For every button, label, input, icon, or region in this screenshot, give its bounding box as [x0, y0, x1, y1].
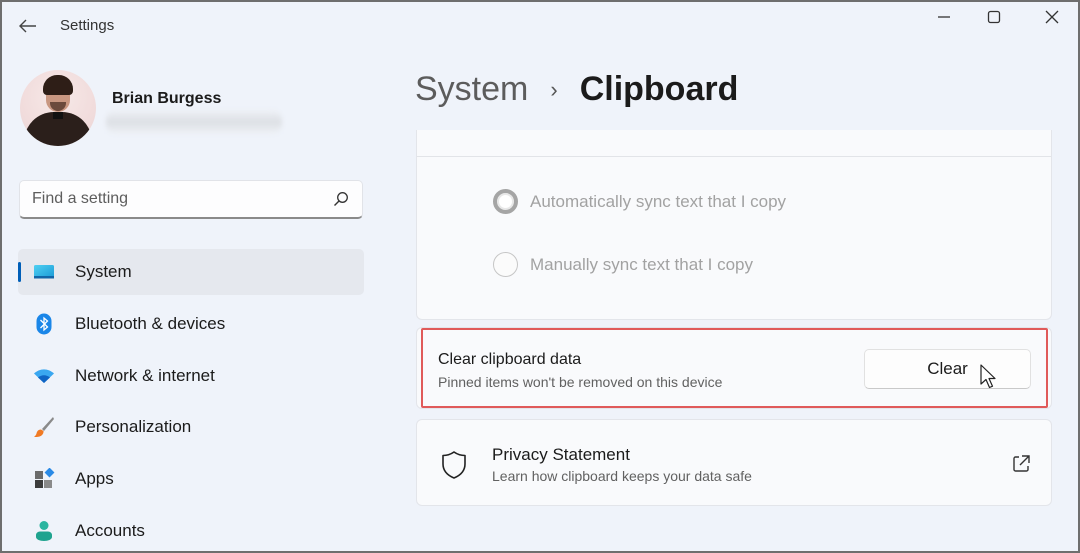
radio-label: Automatically sync text that I copy [530, 191, 787, 211]
maximize-icon [987, 10, 1001, 24]
breadcrumb: System › Clipboard [415, 70, 738, 109]
sidebar-item-label: Apps [75, 469, 114, 489]
sidebar-item-label: Network & internet [75, 365, 215, 385]
sidebar-item-network[interactable]: Network & internet [18, 353, 364, 399]
sidebar-item-label: Personalization [75, 417, 192, 437]
radio-label: Manually sync text that I copy [530, 254, 753, 274]
minimize-icon [938, 16, 950, 18]
sidebar-item-personalization[interactable]: Personalization [18, 404, 364, 450]
back-arrow-icon [19, 19, 36, 33]
back-button[interactable] [14, 12, 42, 40]
sidebar-item-label: Bluetooth & devices [75, 313, 226, 333]
settings-window: Settings Brian Burgess System [0, 0, 1080, 553]
sidebar-item-label: Accounts [75, 520, 145, 540]
active-indicator [18, 262, 21, 282]
search-box[interactable] [19, 180, 363, 219]
divider [417, 156, 1051, 157]
system-icon [32, 260, 56, 284]
privacy-subtitle: Learn how clipboard keeps your data safe [492, 468, 752, 484]
shield-icon [442, 451, 466, 479]
breadcrumb-parent[interactable]: System [415, 70, 528, 109]
clear-clipboard-card: Clear clipboard data Pinned items won't … [416, 327, 1052, 409]
user-name: Brian Burgess [112, 90, 222, 107]
close-button[interactable] [1028, 2, 1076, 32]
privacy-statement-link[interactable]: Privacy Statement Learn how clipboard ke… [416, 419, 1052, 506]
sidebar-item-bluetooth[interactable]: Bluetooth & devices [18, 301, 364, 347]
radio-button-checked[interactable] [493, 189, 518, 214]
sidebar-item-label: System [75, 262, 132, 281]
sidebar-nav: System Bluetooth & devices Network & int… [18, 249, 364, 551]
sync-options-card: Automatically sync text that I copy Manu… [416, 130, 1052, 320]
privacy-title: Privacy Statement [492, 445, 630, 464]
clear-clipboard-title: Clear clipboard data [438, 351, 582, 368]
brush-icon [32, 415, 56, 439]
radio-manual-sync[interactable]: Manually sync text that I copy [493, 252, 753, 277]
radio-auto-sync[interactable]: Automatically sync text that I copy [493, 189, 786, 214]
bluetooth-icon [32, 312, 56, 336]
maximize-button[interactable] [970, 2, 1018, 32]
wifi-icon [32, 364, 56, 388]
external-link-icon[interactable] [1011, 454, 1031, 474]
sidebar-item-accounts[interactable]: Accounts [18, 508, 364, 551]
title-bar: Settings [2, 2, 1078, 50]
apps-icon [32, 467, 56, 491]
clear-button[interactable]: Clear [864, 349, 1031, 389]
page-title: Clipboard [579, 70, 739, 108]
person-icon [32, 519, 56, 543]
app-title: Settings [60, 17, 115, 34]
search-input[interactable] [32, 190, 332, 208]
chevron-right-icon: › [550, 76, 558, 102]
sidebar-item-system[interactable]: System [18, 249, 364, 295]
clear-clipboard-subtitle: Pinned items won't be removed on this de… [438, 374, 723, 390]
minimize-button[interactable] [920, 2, 968, 32]
search-icon[interactable] [332, 190, 350, 208]
radio-button[interactable] [493, 252, 518, 277]
user-email-blurred [106, 110, 282, 134]
avatar[interactable] [20, 70, 96, 146]
sidebar-item-apps[interactable]: Apps [18, 456, 364, 502]
close-icon [1045, 10, 1059, 24]
